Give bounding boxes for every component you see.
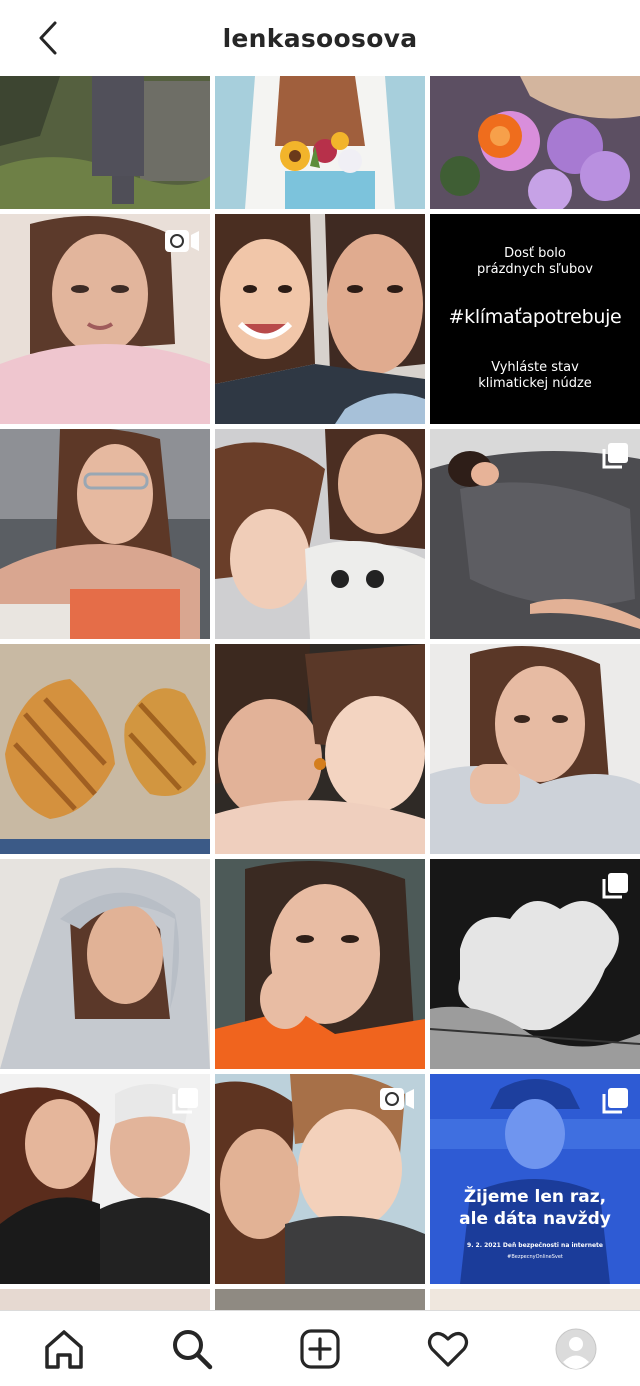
nav-activity[interactable] <box>408 1311 488 1386</box>
home-icon <box>45 1329 83 1369</box>
carousel-icon <box>600 1086 630 1120</box>
post-tile[interactable] <box>0 429 210 639</box>
post-tile[interactable] <box>215 644 425 854</box>
nav-home[interactable] <box>24 1311 104 1386</box>
post-text-top: Dosť bolo prázdnych sľubov <box>477 246 593 277</box>
post-tile[interactable] <box>0 859 210 1069</box>
chevron-left-icon <box>39 21 57 55</box>
search-icon <box>173 1329 213 1369</box>
campaign-hashtag: #BezpecnyOnlineSvet <box>507 1254 563 1260</box>
post-text-main: #klímaťapotrebuje <box>448 306 622 328</box>
post-image <box>215 76 425 209</box>
post-tile[interactable] <box>0 1289 210 1310</box>
post-tile[interactable] <box>215 859 425 1069</box>
back-button[interactable] <box>28 18 68 58</box>
profile-username: lenkasoosova <box>222 23 418 53</box>
nav-new-post[interactable] <box>280 1311 360 1386</box>
post-tile[interactable] <box>430 859 640 1069</box>
posts-grid: Dosť bolo prázdnych sľubov #klímaťapotre… <box>0 76 640 1310</box>
post-tile[interactable]: Žijeme len raz, ale dáta navždy 9. 2. 20… <box>430 1074 640 1284</box>
post-tile[interactable] <box>215 1289 425 1310</box>
post-tile[interactable] <box>0 644 210 854</box>
nav-profile[interactable] <box>536 1311 616 1386</box>
post-image <box>430 644 640 854</box>
post-image <box>0 644 210 854</box>
post-image <box>215 429 425 639</box>
post-tile[interactable] <box>215 429 425 639</box>
post-image <box>0 859 210 1069</box>
post-tile[interactable] <box>0 1074 210 1284</box>
post-tile[interactable] <box>430 429 640 639</box>
post-image <box>430 76 640 209</box>
profile-avatar <box>555 1328 597 1369</box>
post-image <box>215 859 425 1069</box>
campaign-date: 9. 2. 2021 Deň bezpečnosti na internete <box>467 1242 603 1249</box>
post-tile[interactable] <box>215 76 425 209</box>
video-icon <box>379 1086 415 1116</box>
post-text-bottom: Vyhláste stav klimatickej núdze <box>478 360 592 391</box>
new-post-icon <box>300 1328 340 1369</box>
carousel-icon <box>600 871 630 905</box>
activity-icon <box>427 1331 469 1367</box>
post-image <box>0 76 210 209</box>
bottom-navigation <box>0 1310 640 1386</box>
carousel-icon <box>170 1086 200 1120</box>
post-tile[interactable] <box>215 214 425 424</box>
nav-search[interactable] <box>152 1311 232 1386</box>
carousel-icon <box>600 441 630 475</box>
post-image <box>0 429 210 639</box>
post-tile[interactable] <box>430 1289 640 1310</box>
post-image <box>215 644 425 854</box>
campaign-headline: Žijeme len raz, ale dáta navždy <box>459 1187 611 1229</box>
post-tile[interactable] <box>215 1074 425 1284</box>
post-tile[interactable] <box>430 76 640 209</box>
post-tile[interactable]: Dosť bolo prázdnych sľubov #klímaťapotre… <box>430 214 640 424</box>
video-icon <box>164 228 200 258</box>
post-image <box>215 214 425 424</box>
profile-grid-screen: lenkasoosova Dosť bolo prázdnych sľubov … <box>0 0 640 1386</box>
top-bar: lenkasoosova <box>0 0 640 76</box>
post-tile[interactable] <box>0 76 210 209</box>
post-tile[interactable] <box>430 644 640 854</box>
